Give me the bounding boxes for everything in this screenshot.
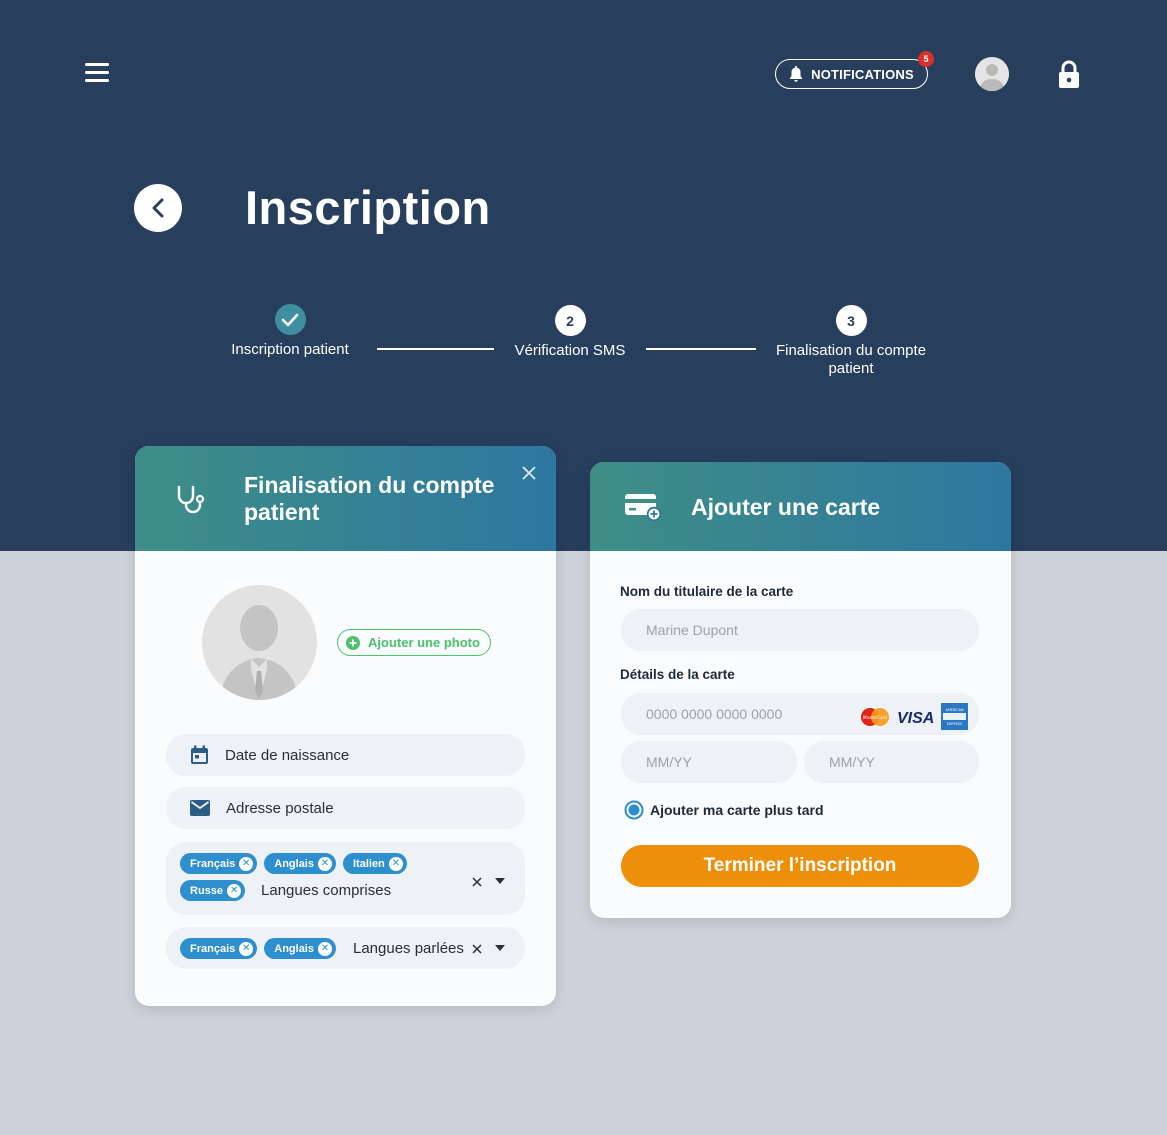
svg-text:MasterCard: MasterCard <box>863 715 888 720</box>
add-circle-icon <box>346 635 360 650</box>
notifications-button[interactable]: NOTIFICATIONS <box>775 59 928 89</box>
calendar-icon <box>191 745 208 764</box>
patient-card-title-line2: patient <box>244 499 320 525</box>
add-photo-button[interactable]: Ajouter une photo <box>337 629 491 656</box>
language-tag: Anglais ✕ <box>264 938 336 959</box>
languages-spoken-placeholder: Langues parlées <box>352 940 464 957</box>
birth-date-placeholder: Date de naissance <box>225 746 350 764</box>
card-details-label: Détails de la carte <box>620 667 735 682</box>
cvc-input[interactable]: MM/YY <box>804 741 979 783</box>
svg-text:AMERICAN: AMERICAN <box>946 708 964 712</box>
add-photo-label: Ajouter une photo <box>368 635 480 650</box>
bell-icon <box>790 66 803 82</box>
page-title: Inscription <box>245 181 491 234</box>
patient-card-title: Finalisation du compte patient <box>244 472 494 526</box>
clear-icon[interactable] <box>472 877 482 887</box>
patient-account-card: Finalisation du compte patient Ajouter u… <box>135 446 556 1006</box>
languages-understood-select[interactable]: Français ✕ Anglais ✕ Italien ✕ Russe ✕ Langu… <box>166 842 525 915</box>
visa-logo: VISA <box>897 710 934 725</box>
step-number: 2 <box>554 305 586 336</box>
language-tag: Russe ✕ <box>180 880 246 901</box>
radio-selected-icon <box>624 800 644 820</box>
add-later-label: Ajouter ma carte plus tard <box>650 802 824 818</box>
cvc-placeholder: MM/YY <box>829 754 875 770</box>
credit-card-add-icon <box>625 494 662 521</box>
add-card-title: Ajouter une carte <box>691 494 881 520</box>
tag-label: Russe <box>190 884 224 897</box>
step-finalisation: 3 Finalisation du compte patient <box>766 305 936 378</box>
step-connector <box>377 348 494 350</box>
birth-date-field[interactable]: Date de naissance <box>166 734 525 776</box>
clear-icon[interactable] <box>472 944 482 954</box>
expiry-placeholder: MM/YY <box>646 754 692 770</box>
holder-label: Nom du titulaire de la carte <box>620 584 794 599</box>
card-number-input[interactable]: 0000 0000 0000 0000 MasterCard VISA AMER… <box>621 693 979 735</box>
notifications-label: NOTIFICATIONS <box>811 66 914 82</box>
add-later-radio[interactable]: Ajouter ma carte plus tard <box>624 800 824 820</box>
tag-label: Français <box>190 942 236 955</box>
step-label: Vérification SMS <box>514 342 626 359</box>
profile-photo-placeholder <box>202 585 317 700</box>
step-label-line2: patient <box>828 360 874 377</box>
remove-tag-icon[interactable]: ✕ <box>317 856 332 871</box>
svg-text:VISA: VISA <box>897 710 934 725</box>
tag-label: Italien <box>352 857 385 870</box>
language-tag: Italien ✕ <box>342 853 407 874</box>
mastercard-logo: MasterCard <box>861 707 889 726</box>
step-number: 3 <box>835 305 867 336</box>
close-icon[interactable] <box>522 466 536 480</box>
amex-logo: AMERICAN EXPRESS <box>941 703 968 730</box>
add-card-header: Ajouter une carte <box>590 462 1011 551</box>
patient-card-header: Finalisation du compte patient <box>135 446 556 551</box>
back-button[interactable] <box>134 184 182 232</box>
address-placeholder: Adresse postale <box>226 799 334 817</box>
language-tag: Français ✕ <box>180 853 258 874</box>
language-tag: Français ✕ <box>180 938 258 959</box>
holder-placeholder: Marine Dupont <box>646 622 738 638</box>
step-label-line1: Finalisation du compte <box>775 342 927 359</box>
remove-tag-icon[interactable]: ✕ <box>227 883 242 898</box>
submit-label: Terminer l’inscription <box>703 855 897 876</box>
dropdown-arrow-icon[interactable] <box>495 878 505 884</box>
tag-label: Français <box>190 857 236 870</box>
remove-tag-icon[interactable]: ✕ <box>317 941 332 956</box>
lock-icon[interactable] <box>1057 60 1081 94</box>
languages-spoken-select[interactable]: Français ✕ Anglais ✕ Langues parlées <box>166 927 525 969</box>
svg-text:EXPRESS: EXPRESS <box>947 722 962 726</box>
step-verification-sms: 2 Vérification SMS <box>500 305 640 360</box>
expiry-input[interactable]: MM/YY <box>621 741 797 783</box>
languages-understood-placeholder: Langues comprises <box>261 882 392 899</box>
language-tag: Anglais ✕ <box>264 853 336 874</box>
step-label: Inscription patient <box>231 341 349 358</box>
mail-icon <box>190 800 210 816</box>
chevron-left-icon <box>152 198 164 218</box>
submit-button[interactable]: Terminer l’inscription <box>621 845 979 887</box>
patient-card-title-line1: Finalisation du compte <box>244 472 495 498</box>
stethoscope-icon <box>177 485 205 514</box>
remove-tag-icon[interactable]: ✕ <box>388 856 403 871</box>
step-connector <box>646 348 756 350</box>
dropdown-arrow-icon[interactable] <box>495 945 505 951</box>
add-card-panel: Ajouter une carte Nom du titulaire de la… <box>590 462 1011 918</box>
step-inscription-patient: Inscription patient <box>215 304 365 359</box>
tag-label: Anglais <box>274 857 314 870</box>
tag-label: Anglais <box>274 942 314 955</box>
notifications-badge: 5 <box>918 51 934 67</box>
remove-tag-icon[interactable]: ✕ <box>239 941 254 956</box>
holder-input[interactable]: Marine Dupont <box>621 609 979 651</box>
check-icon <box>274 304 306 335</box>
menu-icon[interactable] <box>85 63 109 83</box>
address-field[interactable]: Adresse postale <box>166 787 525 829</box>
user-avatar[interactable] <box>975 57 1009 91</box>
card-number-placeholder: 0000 0000 0000 0000 <box>646 706 783 722</box>
remove-tag-icon[interactable]: ✕ <box>239 856 254 871</box>
user-silhouette-icon <box>975 57 1009 91</box>
